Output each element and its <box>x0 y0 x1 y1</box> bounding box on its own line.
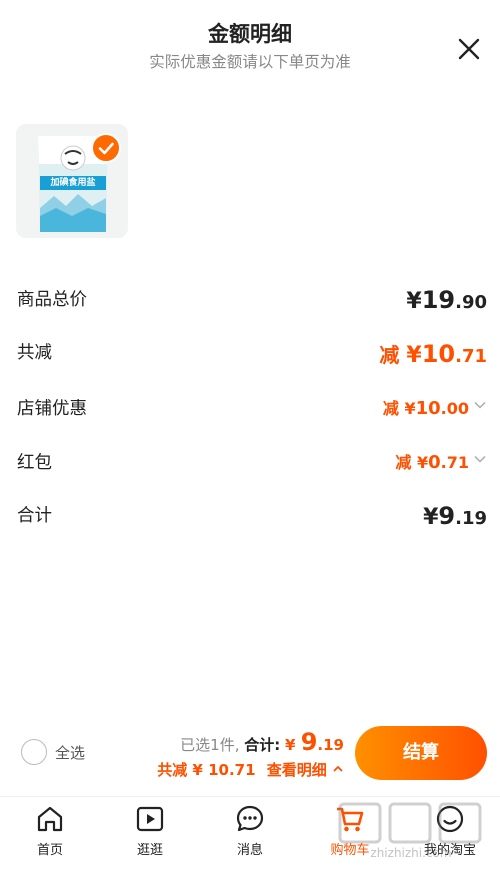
selection-summary: 已选1件, 合计: ¥ 9.19 <box>180 728 344 756</box>
select-all-checkbox[interactable] <box>21 739 47 765</box>
detail-value: 减 ¥10.00 <box>383 395 487 419</box>
detail-row-total-discount: 共减 减 ¥10.71 <box>17 339 487 379</box>
chevron-down-icon[interactable] <box>473 451 487 465</box>
tab-messages[interactable]: 消息 <box>200 797 300 873</box>
checkout-button[interactable]: 结算 <box>355 726 487 780</box>
cart-icon <box>337 807 364 832</box>
view-detail-label: 查看明细 <box>266 761 327 779</box>
detail-row-total: 合计 ¥9.19 <box>17 502 487 542</box>
page-subtitle: 实际优惠金额请以下单页为准 <box>149 53 351 71</box>
detail-value: ¥19.90 <box>406 286 487 314</box>
tab-label: 购物车 <box>330 843 370 858</box>
close-icon[interactable] <box>456 36 482 62</box>
detail-row-red-packet[interactable]: 红包 减 ¥0.71 <box>17 449 487 489</box>
detail-label: 共减 <box>17 343 52 363</box>
detail-row-shop-discount[interactable]: 店铺优惠 减 ¥10.00 <box>17 395 487 435</box>
package-text: 加碘食用盐 <box>50 178 96 188</box>
selected-count: 已选1件, <box>180 736 240 754</box>
home-icon <box>37 806 63 832</box>
tab-cart[interactable]: 购物车 <box>300 797 400 873</box>
detail-label: 红包 <box>17 453 52 473</box>
detail-label: 店铺优惠 <box>17 399 87 419</box>
chevron-down-icon[interactable] <box>473 397 487 411</box>
view-detail-link[interactable]: 共减 ¥ 10.71 查看明细 <box>157 759 344 780</box>
tab-label: 首页 <box>36 843 63 858</box>
detail-label: 商品总价 <box>17 290 87 310</box>
check-icon[interactable] <box>91 133 121 163</box>
detail-value: ¥9.19 <box>423 502 487 530</box>
detail-label: 合计 <box>17 506 52 526</box>
detail-value: 减 ¥0.71 <box>395 449 487 473</box>
tab-label: 我的淘宝 <box>423 843 476 858</box>
tab-label: 逛逛 <box>136 843 163 858</box>
select-all-label[interactable]: 全选 <box>55 742 85 763</box>
tab-home[interactable]: 首页 <box>0 797 100 873</box>
detail-value: 减 ¥10.71 <box>379 340 487 368</box>
chevron-up-icon <box>332 761 344 773</box>
video-play-icon <box>136 806 164 832</box>
tab-my-taobao[interactable]: 我的淘宝 <box>400 797 500 873</box>
bottom-tab-bar: 首页 逛逛 消息 购物车 我的淘宝 <box>0 796 500 873</box>
profile-icon <box>436 805 464 833</box>
discount-summary: 共减 ¥ 10.71 <box>157 761 256 779</box>
total-label: 合计: <box>244 736 281 754</box>
header: 金额明细 实际优惠金额请以下单页为准 <box>0 0 500 80</box>
tab-browse[interactable]: 逛逛 <box>100 797 200 873</box>
message-icon <box>236 805 264 832</box>
tab-label: 消息 <box>236 843 263 858</box>
page-title: 金额明细 <box>208 22 292 46</box>
detail-row-subtotal: 商品总价 ¥19.90 <box>17 286 487 326</box>
total-amount: ¥ 9.19 <box>285 728 344 756</box>
